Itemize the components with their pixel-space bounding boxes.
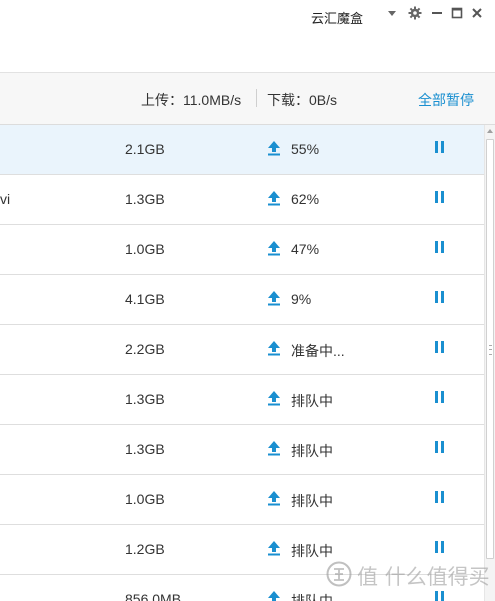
file-size: 2.2GB bbox=[125, 341, 165, 357]
upload-arrow-icon bbox=[268, 391, 280, 406]
file-size: 1.3GB bbox=[125, 191, 165, 207]
file-size: 1.0GB bbox=[125, 241, 165, 257]
transfer-row[interactable]: 2.2GB 准备中... bbox=[0, 325, 484, 375]
watermark-text: 值 什么值得买 bbox=[357, 565, 490, 589]
title-bar: 云汇魔盒 bbox=[0, 0, 495, 73]
transfer-progress: 47% bbox=[291, 241, 320, 257]
upload-arrow-icon bbox=[268, 491, 280, 506]
minimize-icon[interactable] bbox=[430, 6, 444, 20]
transfer-progress: 准备中... bbox=[291, 343, 345, 359]
scroll-grip-icon bbox=[489, 345, 492, 355]
transfer-row[interactable]: vi 1.3GB 62% bbox=[0, 175, 484, 225]
transfer-progress: 排队中 bbox=[291, 593, 333, 601]
upload-arrow-icon bbox=[268, 441, 280, 456]
file-size: 1.3GB bbox=[125, 391, 165, 407]
transfer-progress: 排队中 bbox=[291, 443, 333, 459]
transfer-progress: 排队中 bbox=[291, 393, 333, 409]
transfer-row[interactable]: 1.3GB 排队中 bbox=[0, 375, 484, 425]
scroll-up-icon[interactable] bbox=[487, 129, 493, 133]
upload-arrow-icon bbox=[268, 241, 280, 256]
close-icon[interactable] bbox=[470, 6, 484, 20]
app-name: 云汇魔盒 bbox=[311, 11, 364, 26]
transfer-progress: 排队中 bbox=[291, 493, 333, 509]
transfer-progress: 55% bbox=[291, 141, 320, 157]
file-size: 2.1GB bbox=[125, 141, 165, 157]
pause-icon[interactable] bbox=[433, 191, 445, 205]
transfer-row[interactable]: 1.0GB 47% bbox=[0, 225, 484, 275]
pause-all-button[interactable]: 全部暂停 bbox=[418, 90, 474, 110]
gear-icon[interactable] bbox=[408, 6, 422, 20]
file-size: 1.3GB bbox=[125, 441, 165, 457]
pause-icon[interactable] bbox=[433, 441, 445, 455]
transfer-progress: 62% bbox=[291, 191, 320, 207]
maximize-icon[interactable] bbox=[450, 6, 464, 20]
download-speed: 下载：0B/s bbox=[267, 92, 338, 108]
pause-icon[interactable] bbox=[433, 341, 445, 355]
transfer-status-bar: 上传：11.0MB/s 下载：0B/s 全部暂停 bbox=[0, 73, 495, 125]
chevron-down-icon[interactable] bbox=[385, 6, 399, 20]
transfer-row[interactable]: 1.3GB 排队中 bbox=[0, 425, 484, 475]
upload-arrow-icon bbox=[268, 591, 280, 601]
scroll-thumb[interactable] bbox=[486, 139, 494, 559]
pause-icon[interactable] bbox=[433, 291, 445, 305]
file-name: vi bbox=[0, 191, 11, 207]
transfer-row[interactable]: 4.1GB 9% bbox=[0, 275, 484, 325]
file-size: 1.2GB bbox=[125, 541, 165, 557]
transfer-progress: 排队中 bbox=[291, 543, 333, 559]
transfer-row[interactable]: 2.1GB 55% bbox=[0, 125, 484, 175]
file-size: 1.0GB bbox=[125, 491, 165, 507]
pause-icon[interactable] bbox=[433, 591, 445, 601]
scrollbar[interactable] bbox=[484, 125, 495, 601]
upload-arrow-icon bbox=[268, 541, 280, 556]
file-size: 4.1GB bbox=[125, 291, 165, 307]
pause-icon[interactable] bbox=[433, 241, 445, 255]
pause-icon[interactable] bbox=[433, 491, 445, 505]
upload-arrow-icon bbox=[268, 341, 280, 356]
pause-icon[interactable] bbox=[433, 141, 445, 155]
upload-arrow-icon bbox=[268, 141, 280, 156]
status-divider bbox=[256, 89, 257, 107]
transfer-list: 2.1GB 55% vi 1.3GB 62% 1.0GB 47% 4.1GB 9% 2.2GB 准备… bbox=[0, 125, 484, 601]
transfer-progress: 9% bbox=[291, 291, 312, 307]
pause-icon[interactable] bbox=[433, 391, 445, 405]
file-size: 856.0MB bbox=[125, 591, 182, 601]
pause-icon[interactable] bbox=[433, 541, 445, 555]
upload-speed: 上传：11.0MB/s bbox=[141, 92, 242, 108]
transfer-row[interactable]: 1.0GB 排队中 bbox=[0, 475, 484, 525]
upload-arrow-icon bbox=[268, 191, 280, 206]
watermark-logo-icon bbox=[326, 561, 352, 587]
upload-arrow-icon bbox=[268, 291, 280, 306]
